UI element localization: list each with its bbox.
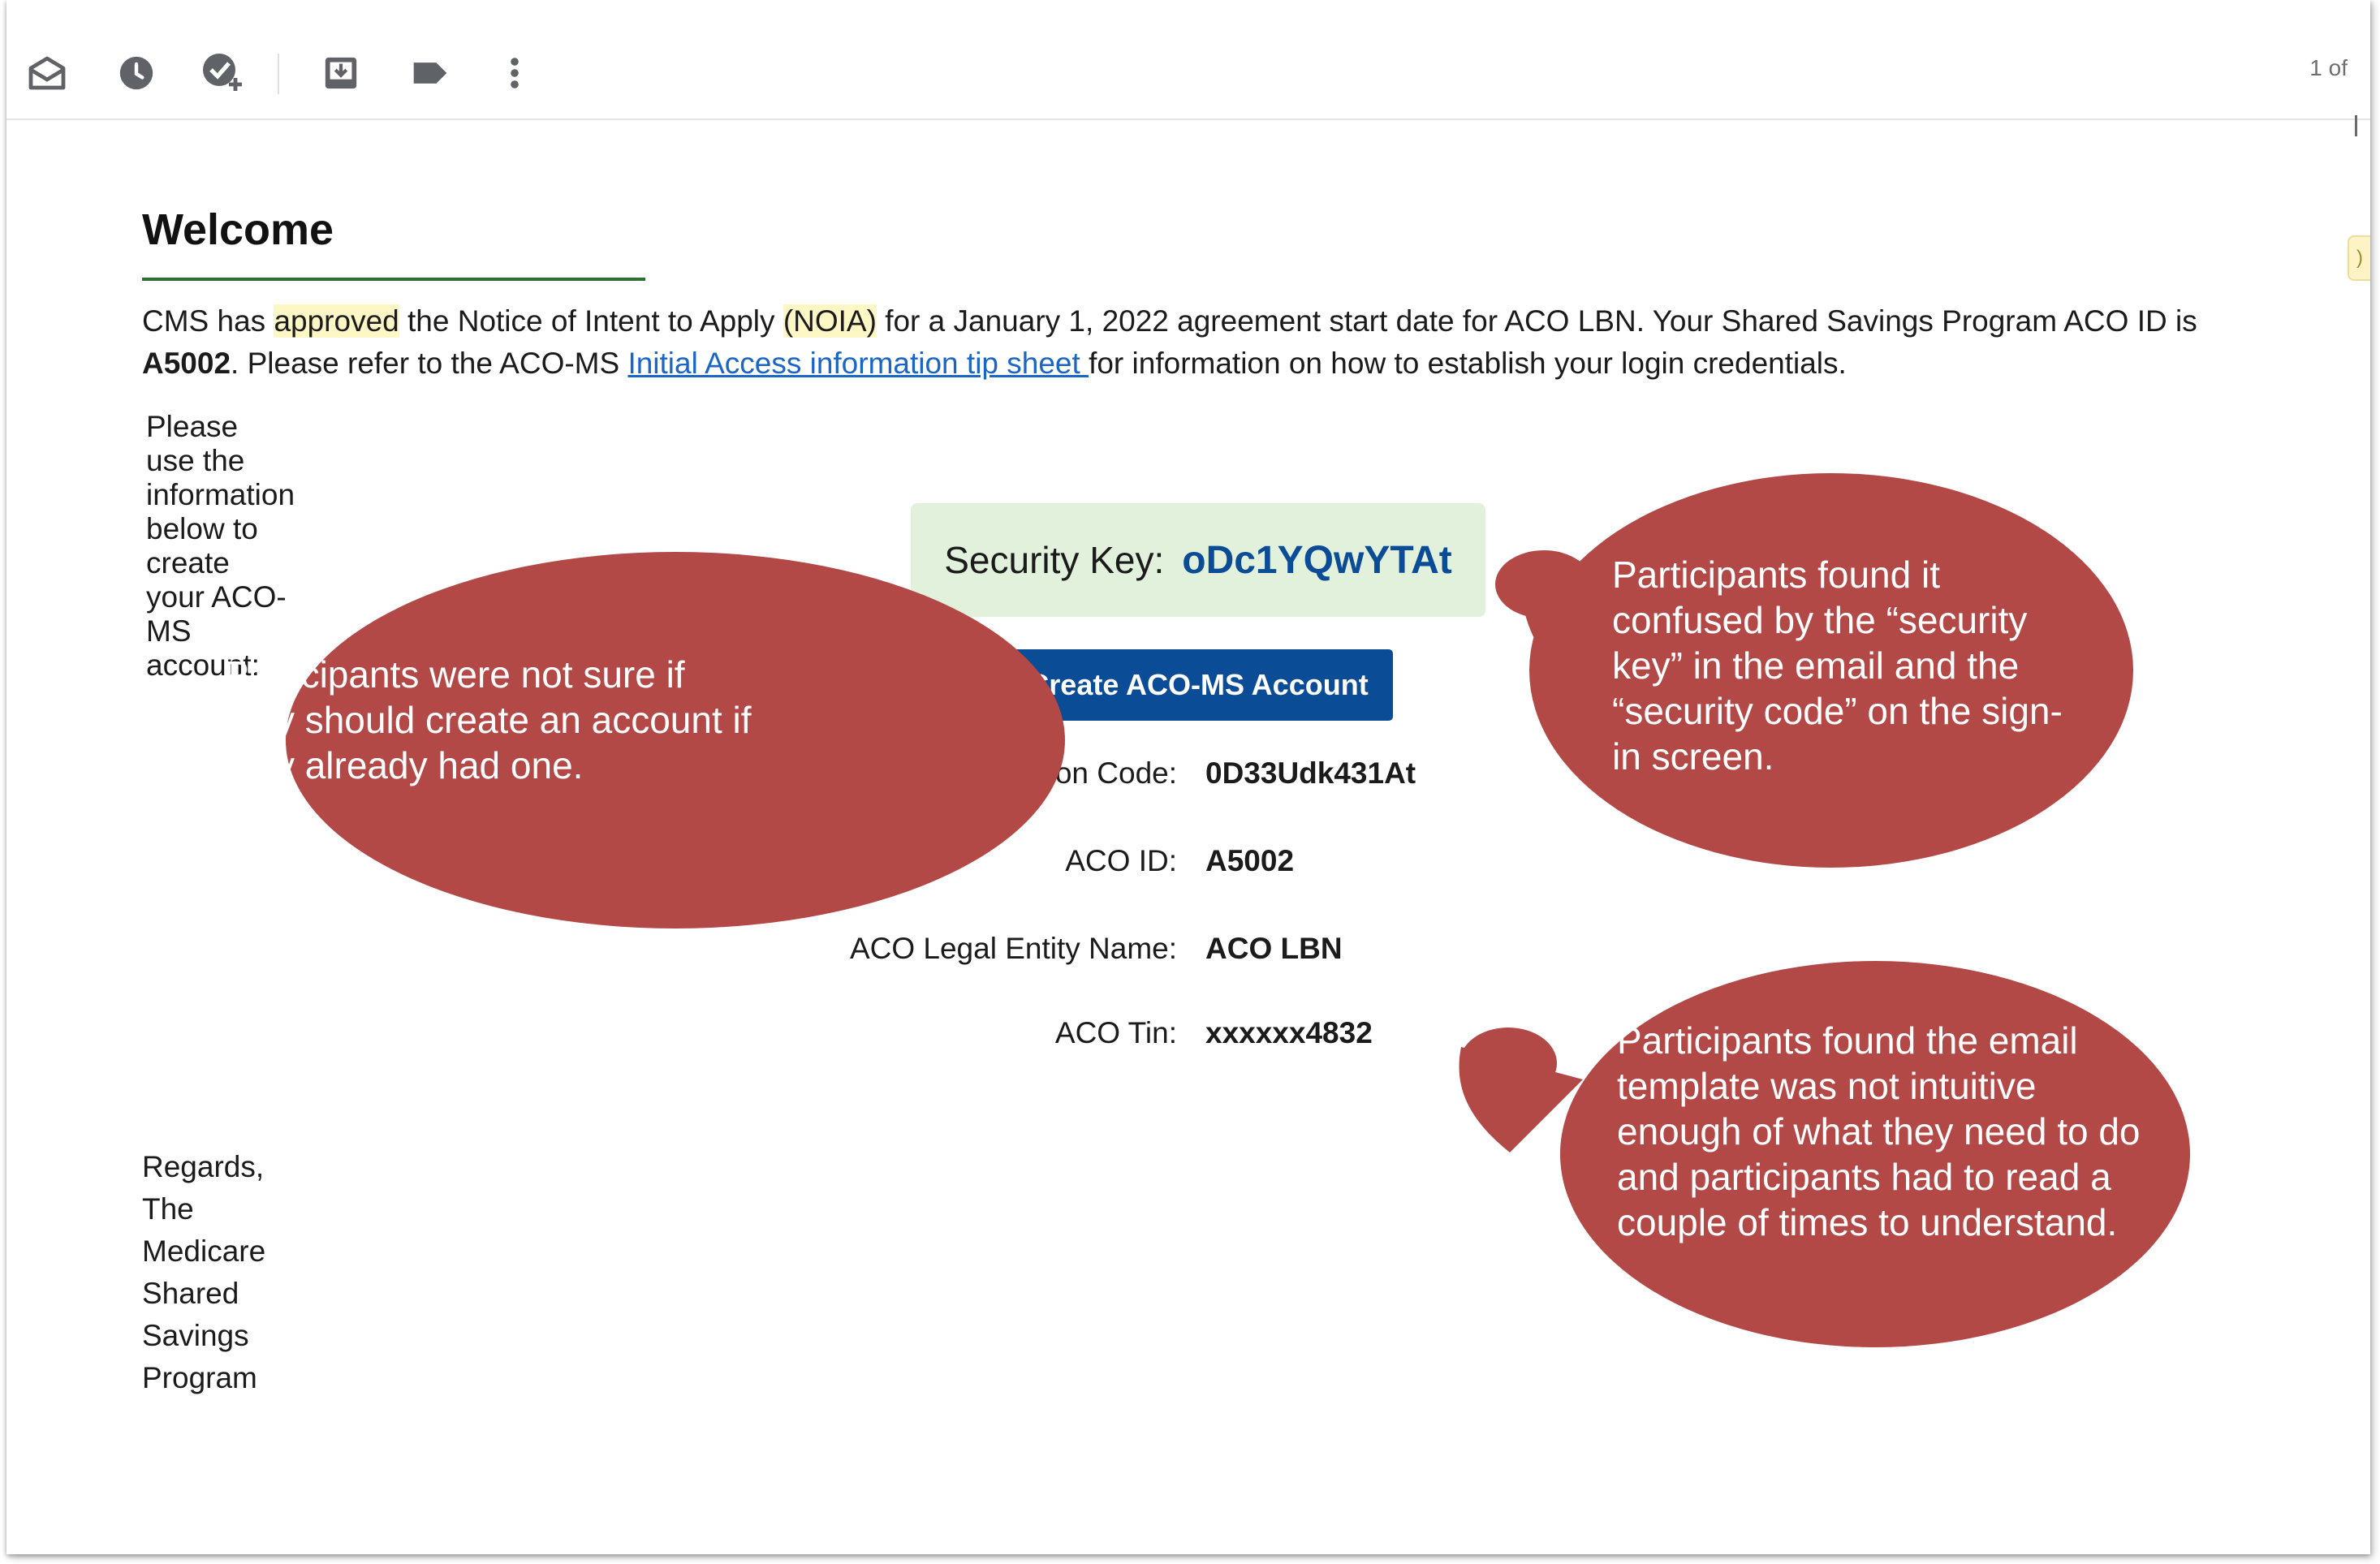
annotation-right-top-text: Participants found it confused by the “s… xyxy=(1612,554,2063,778)
annotation-left-text: Participants were not sure if they shoul… xyxy=(224,653,752,786)
annotation-right-bottom-text: Participants found the email template wa… xyxy=(1617,1019,2141,1243)
